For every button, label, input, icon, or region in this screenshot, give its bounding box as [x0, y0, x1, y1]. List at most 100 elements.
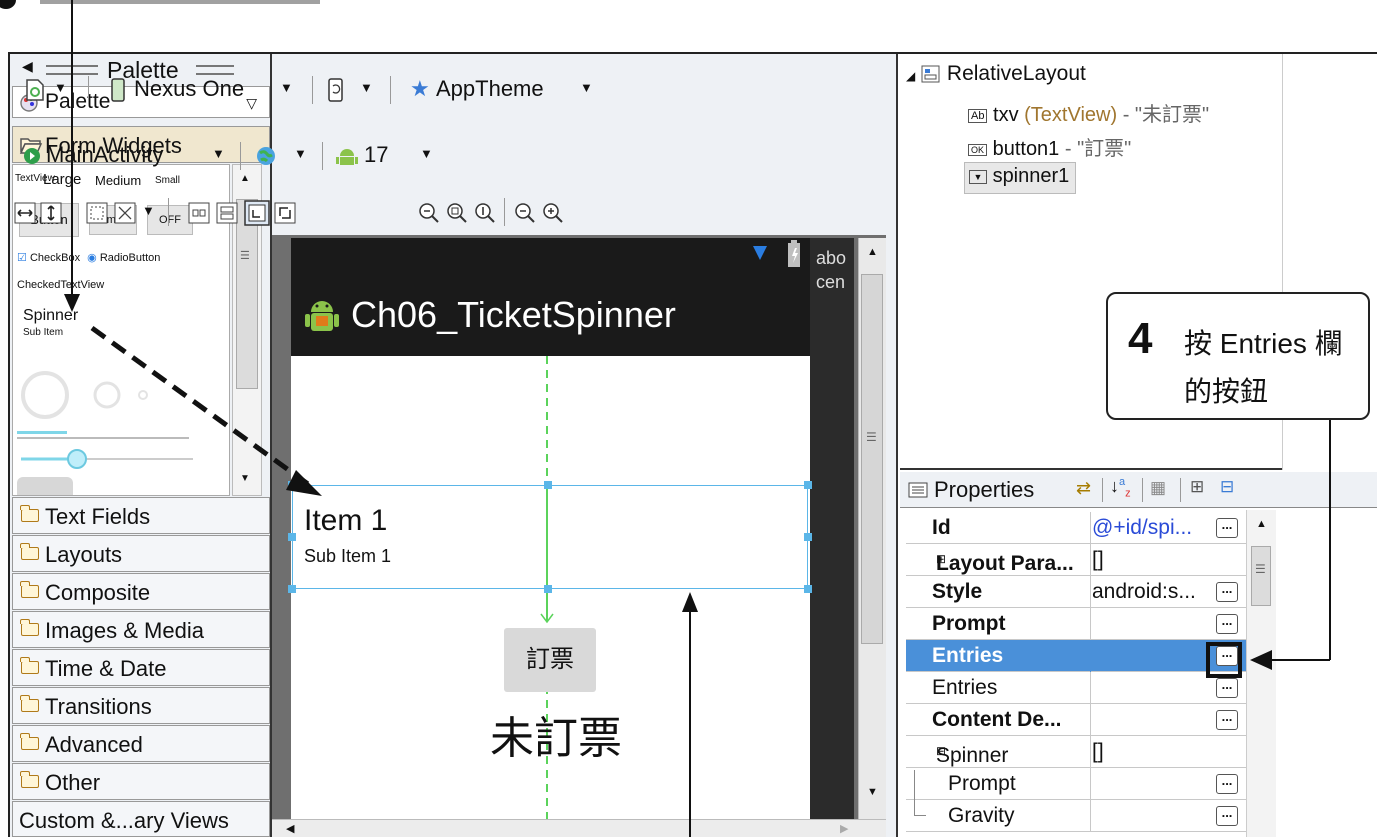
resize-handle[interactable]: [804, 481, 812, 489]
activity-selector[interactable]: MainActivity: [46, 142, 163, 168]
chevron-down-icon[interactable]: ▼: [212, 146, 225, 161]
sort-alpha-icon[interactable]: ↓az: [1110, 476, 1131, 500]
property-row-style[interactable]: Style android:s... ...: [906, 576, 1246, 608]
zoom-out-icon[interactable]: [514, 202, 536, 224]
chevron-down-icon[interactable]: ▼: [360, 80, 373, 95]
scroll-up-icon[interactable]: ▲: [1256, 518, 1267, 530]
seekbar-icon[interactable]: [17, 447, 197, 471]
progress-spinners-icon[interactable]: [19, 365, 179, 435]
textview-icon: Ab: [968, 108, 988, 123]
scroll-down-icon[interactable]: ▼: [240, 473, 250, 484]
fill-width-icon[interactable]: [14, 202, 36, 224]
property-row-entries-selected[interactable]: Entries ...: [906, 640, 1246, 672]
globe-icon[interactable]: [254, 144, 278, 168]
chevron-down-icon[interactable]: ▼: [54, 80, 67, 95]
resize-handle[interactable]: [544, 585, 552, 593]
scroll-thumb[interactable]: [1251, 546, 1271, 606]
resize-handle[interactable]: [544, 481, 552, 489]
resize-handle[interactable]: [804, 585, 812, 593]
order-button[interactable]: 訂票: [504, 628, 596, 692]
ellipsis-button[interactable]: ...: [1216, 518, 1238, 538]
property-row-spinner-gravity[interactable]: Gravity ...: [906, 800, 1246, 832]
resize-handle[interactable]: [288, 585, 296, 593]
editor-vertical-scrollbar[interactable]: ▲ ☰ ▼: [858, 238, 886, 823]
layout-gravity-icon[interactable]: [244, 200, 270, 226]
folder-other[interactable]: Other: [12, 763, 270, 800]
widget-radio-label[interactable]: RadioButton: [100, 252, 161, 264]
outline-item-txv[interactable]: Ab txv (TextView) - "未訂票": [968, 98, 1209, 127]
scroll-up-icon[interactable]: ▲: [240, 173, 250, 184]
folder-transitions[interactable]: Transitions: [12, 687, 270, 724]
widget-checkbox-label[interactable]: CheckBox: [30, 252, 80, 264]
folder-text-fields[interactable]: Text Fields: [12, 497, 270, 534]
zoom-actual-icon[interactable]: [474, 202, 496, 224]
scroll-right-icon[interactable]: ▶: [840, 822, 848, 835]
resize-handle[interactable]: [288, 481, 296, 489]
zoom-in-icon[interactable]: [542, 202, 564, 224]
checkbox-icon[interactable]: ☑: [17, 252, 27, 264]
property-row-id[interactable]: Id @+id/spi... ...: [906, 512, 1246, 544]
show-advanced-icon[interactable]: ⇄: [1076, 478, 1091, 499]
property-row-layout-params[interactable]: ⊞ Layout Para... []: [906, 544, 1246, 576]
fill-height-icon[interactable]: [40, 202, 62, 224]
show-margins-icon[interactable]: [86, 202, 108, 224]
scroll-left-icon[interactable]: ◀: [286, 822, 294, 835]
property-row-spinner-prompt[interactable]: Prompt ...: [906, 768, 1246, 800]
widget-checked-textview[interactable]: CheckedTextView: [17, 279, 104, 291]
folder-icon: [20, 733, 39, 750]
property-row-prompt[interactable]: Prompt ...: [906, 608, 1246, 640]
image-fit-icon[interactable]: [114, 202, 136, 224]
layout-fill-icon[interactable]: [274, 202, 296, 224]
expand-all-icon[interactable]: ⊞: [1190, 477, 1204, 497]
collapse-all-icon[interactable]: ⊟: [1220, 477, 1234, 497]
collapse-arrow-icon[interactable]: ◀: [22, 58, 33, 75]
tree-expand-icon[interactable]: ◢: [906, 69, 915, 83]
editor-horizontal-scrollbar[interactable]: ◀ ▶: [272, 819, 886, 837]
property-row-entries[interactable]: Entries ...: [906, 672, 1246, 704]
widget-small-text[interactable]: Small: [155, 175, 180, 186]
folder-advanced[interactable]: Advanced: [12, 725, 270, 762]
centered-icon[interactable]: [216, 202, 238, 224]
scroll-down-icon[interactable]: ▼: [867, 786, 878, 798]
zoom-out-icon[interactable]: [418, 202, 440, 224]
property-row-spinner-group[interactable]: ⊟ Spinner []: [906, 736, 1246, 768]
outline-item-button1[interactable]: OK button1 - "訂票": [968, 132, 1131, 161]
categories-icon[interactable]: ▦: [1150, 478, 1166, 498]
theme-selector[interactable]: AppTheme: [436, 76, 544, 102]
folder-custom-library-views[interactable]: Custom &...ary Views: [12, 801, 270, 837]
chevron-down-icon[interactable]: ▼: [280, 80, 293, 95]
ellipsis-button[interactable]: ...: [1216, 678, 1238, 698]
outline-root[interactable]: ◢ RelativeLayout: [906, 62, 1086, 86]
folder-images-media[interactable]: Images & Media: [12, 611, 270, 648]
resize-handle[interactable]: [804, 533, 812, 541]
widget-large-text[interactable]: Large: [43, 171, 81, 188]
folder-composite[interactable]: Composite: [12, 573, 270, 610]
config-file-icon[interactable]: [24, 78, 46, 102]
orientation-icon[interactable]: [326, 77, 346, 103]
device-selector[interactable]: Nexus One: [134, 76, 244, 102]
chevron-down-icon[interactable]: ▼: [142, 203, 155, 218]
widget-spinner[interactable]: Spinner: [23, 307, 78, 325]
chevron-down-icon[interactable]: ▼: [580, 80, 593, 95]
chevron-down-icon[interactable]: ▼: [294, 146, 307, 161]
ellipsis-button[interactable]: ...: [1216, 582, 1238, 602]
folder-layouts[interactable]: Layouts: [12, 535, 270, 572]
ellipsis-button[interactable]: ...: [1216, 710, 1238, 730]
baseline-icon[interactable]: [188, 202, 210, 224]
ellipsis-button[interactable]: ...: [1216, 774, 1238, 794]
scroll-thumb[interactable]: [861, 274, 883, 644]
grip-icon: ☰: [240, 250, 250, 262]
property-row-content-description[interactable]: Content De... ...: [906, 704, 1246, 736]
outline-item-spinner1[interactable]: ▼ spinner1: [964, 162, 1077, 194]
api-level-selector[interactable]: 17: [364, 142, 388, 168]
folder-time-date[interactable]: Time & Date: [12, 649, 270, 686]
ellipsis-button[interactable]: ...: [1216, 614, 1238, 634]
ellipsis-button[interactable]: ...: [1216, 806, 1238, 826]
chevron-down-icon[interactable]: ▼: [420, 146, 433, 161]
zoom-fit-icon[interactable]: [446, 202, 468, 224]
scroll-up-icon[interactable]: ▲: [867, 246, 878, 258]
radio-icon[interactable]: ◉: [87, 252, 97, 264]
resize-handle[interactable]: [288, 533, 296, 541]
properties-scrollbar[interactable]: ▲ ☰: [1246, 510, 1276, 837]
widget-medium-text[interactable]: Medium: [95, 173, 141, 188]
